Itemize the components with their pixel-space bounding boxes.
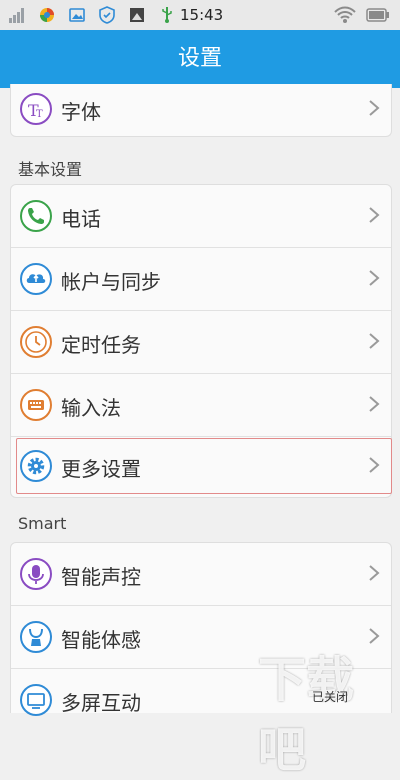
chevron-right-icon — [369, 207, 380, 223]
settings-item-phone[interactable]: 电话 — [11, 185, 391, 247]
wifi-icon — [334, 6, 356, 23]
status-time: 15:43 — [180, 6, 224, 24]
microphone-icon — [20, 558, 52, 590]
clock-icon — [20, 326, 52, 358]
watermark-logo: 下载吧 — [258, 652, 355, 778]
image-icon — [69, 8, 85, 22]
settings-item-input-method[interactable]: 输入法 — [11, 374, 391, 436]
usb-icon — [162, 7, 172, 23]
settings-item-label: 电话 — [61, 207, 101, 231]
section-label-smart: Smart — [18, 514, 67, 533]
settings-item-voice-control[interactable]: 智能声控 — [11, 543, 391, 605]
settings-item-label: 多屏互动 — [61, 691, 141, 715]
watermark-subtext: 已关闭 — [312, 690, 349, 704]
settings-item-account-sync[interactable]: 帐户与同步 — [11, 248, 391, 310]
chevron-right-icon — [369, 100, 380, 116]
cloud-sync-icon — [20, 263, 52, 295]
photo-icon — [130, 8, 144, 22]
chevron-right-icon — [369, 396, 380, 412]
svg-text:T: T — [36, 109, 43, 120]
settings-item-font[interactable]: T T 字体 — [11, 78, 391, 140]
section-label-basic: 基本设置 — [18, 160, 83, 179]
shield-icon — [99, 6, 115, 24]
page-title: 设置 — [177, 46, 222, 71]
settings-item-label: 智能体感 — [61, 628, 141, 652]
signal-icon — [9, 8, 24, 23]
motion-sensor-icon — [20, 621, 52, 653]
battery-icon — [366, 8, 389, 22]
settings-item-scheduled-tasks[interactable]: 定时任务 — [11, 311, 391, 373]
font-icon: T T — [20, 93, 52, 125]
chevron-right-icon — [369, 270, 380, 286]
settings-item-label: 智能声控 — [61, 565, 141, 589]
chevron-right-icon — [369, 565, 380, 581]
chevron-right-icon — [369, 333, 380, 349]
app-icon — [40, 8, 54, 22]
settings-item-label: 字体 — [61, 100, 101, 124]
multi-screen-icon — [20, 684, 52, 716]
status-bar: 15:43 — [0, 0, 400, 31]
settings-item-label: 帐户与同步 — [61, 270, 161, 294]
settings-item-label: 定时任务 — [61, 333, 141, 357]
keyboard-icon — [20, 389, 52, 421]
font-card: T T 字体 — [10, 84, 392, 137]
highlight-box — [16, 438, 392, 494]
settings-item-label: 输入法 — [61, 396, 121, 420]
phone-icon — [20, 200, 52, 232]
